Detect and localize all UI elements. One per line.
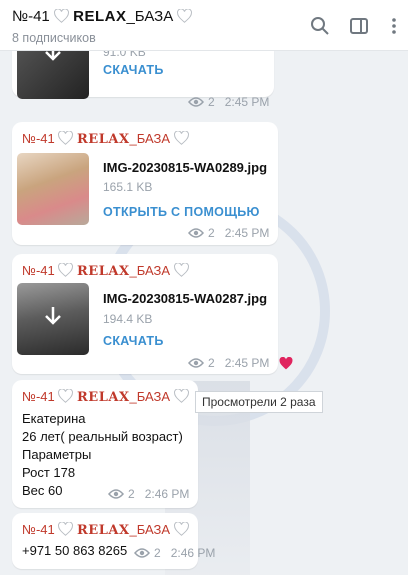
views-tooltip: Просмотрели 2 раза [195, 391, 323, 413]
message-meta: 2 2:45 PM [188, 95, 269, 109]
message-file[interactable]: №-41 RELAX_БАЗА IMG-20230815-WA0289.jpg … [12, 122, 278, 245]
white-heart-icon [173, 263, 189, 277]
message-text[interactable]: №-41 RELAX_БАЗА Екатерина 26 лет( реальн… [12, 380, 198, 508]
message-file[interactable]: №-41 RELAX_БАЗА IMG-20230815-WA0287.jpg … [12, 254, 278, 374]
download-link[interactable]: СКАЧАТЬ [103, 63, 164, 77]
sender-name[interactable]: №-41 RELAX_БАЗА [22, 522, 189, 538]
views-eye-icon [188, 358, 204, 368]
red-heart-icon[interactable] [279, 357, 293, 370]
text-line: Екатерина [22, 411, 86, 426]
channel-title-brand: RELAX [73, 8, 127, 25]
open-with-link[interactable]: ОТКРЫТЬ С ПОМОЩЬЮ [103, 205, 260, 219]
more-menu-icon[interactable] [384, 16, 404, 36]
view-count: 2 [208, 95, 215, 109]
text-line: Рост 178 [22, 465, 76, 480]
file-thumbnail[interactable] [17, 283, 89, 355]
file-size: 194.4 KB [103, 312, 153, 326]
message-time: 2:46 PM [170, 546, 216, 560]
phone-number[interactable]: +971 50 863 8265 [22, 542, 127, 560]
message-meta: 2 2:46 PM [134, 546, 215, 560]
file-size: 91.0 KB [103, 51, 146, 59]
white-heart-icon [173, 131, 189, 145]
message-meta: 2 2:46 PM [108, 487, 189, 501]
views-eye-icon [188, 228, 204, 238]
text-line: 26 лет( реальный возраст) [22, 429, 183, 444]
sender-suffix: _БАЗА [129, 389, 171, 404]
file-thumbnail[interactable] [17, 153, 89, 225]
message-time: 2:45 PM [224, 356, 270, 370]
sender-suffix: _БАЗА [129, 131, 171, 146]
sender-name[interactable]: №-41 RELAX_БАЗА [22, 389, 189, 405]
sender-brand: RELAX [77, 132, 130, 147]
views-eye-icon [134, 548, 150, 558]
white-heart-icon [54, 9, 69, 23]
sidebar-toggle-icon[interactable] [349, 16, 369, 36]
view-count: 2 [154, 546, 161, 560]
file-size: 165.1 KB [103, 180, 153, 194]
channel-header: №-41 RELAX_БАЗА 8 подписчиков [0, 0, 408, 51]
sender-name[interactable]: №-41 RELAX_БАЗА [22, 263, 189, 279]
subscriber-count: 8 подписчиков [12, 31, 96, 45]
sender-brand: RELAX [77, 523, 130, 538]
white-heart-icon [58, 263, 74, 277]
white-heart-icon [173, 522, 189, 536]
file-name[interactable]: IMG-20230815-WA0289.jpg [103, 160, 267, 175]
download-arrow-icon [45, 307, 61, 325]
sender-prefix: №-41 [22, 263, 55, 278]
message-time: 2:45 PM [224, 226, 270, 240]
views-eye-icon [108, 489, 124, 499]
message-meta: 2 2:45 PM [188, 356, 269, 370]
channel-title[interactable]: №-41 RELAX_БАЗА [12, 8, 193, 25]
sender-prefix: №-41 [22, 389, 55, 404]
white-heart-icon [58, 389, 74, 403]
message-time: 2:45 PM [224, 95, 270, 109]
sender-brand: RELAX [77, 390, 130, 405]
download-link[interactable]: СКАЧАТЬ [103, 334, 164, 348]
sender-name[interactable]: №-41 RELAX_БАЗА [22, 131, 189, 147]
message-time: 2:46 PM [144, 487, 190, 501]
sender-prefix: №-41 [22, 131, 55, 146]
views-eye-icon [188, 97, 204, 107]
view-count: 2 [128, 487, 135, 501]
download-arrow-icon [45, 51, 61, 61]
white-heart-icon [58, 522, 74, 536]
search-icon[interactable] [310, 16, 330, 36]
white-heart-icon [58, 131, 74, 145]
message-meta: 2 2:45 PM [188, 226, 269, 240]
message-feed[interactable]: 91.0 KB СКАЧАТЬ 2 2:45 PM №-41 RELAX_БАЗ… [0, 51, 408, 575]
channel-title-suffix: _БАЗА [126, 8, 174, 25]
view-count: 2 [208, 226, 215, 240]
sender-suffix: _БАЗА [129, 263, 171, 278]
sender-prefix: №-41 [22, 522, 55, 537]
message-text[interactable]: №-41 RELAX_БАЗА +971 50 863 8265 2 2:46 … [12, 513, 215, 569]
white-heart-icon [173, 389, 189, 403]
view-count: 2 [208, 356, 215, 370]
file-name[interactable]: IMG-20230815-WA0287.jpg [103, 291, 267, 306]
message-file[interactable]: 91.0 KB СКАЧАТЬ [12, 51, 274, 99]
sender-brand: RELAX [77, 264, 130, 279]
channel-title-prefix: №-41 [12, 8, 50, 25]
white-heart-icon [177, 9, 193, 23]
text-line: Параметры [22, 447, 92, 462]
file-thumbnail[interactable] [17, 51, 89, 99]
sender-suffix: _БАЗА [129, 522, 171, 537]
